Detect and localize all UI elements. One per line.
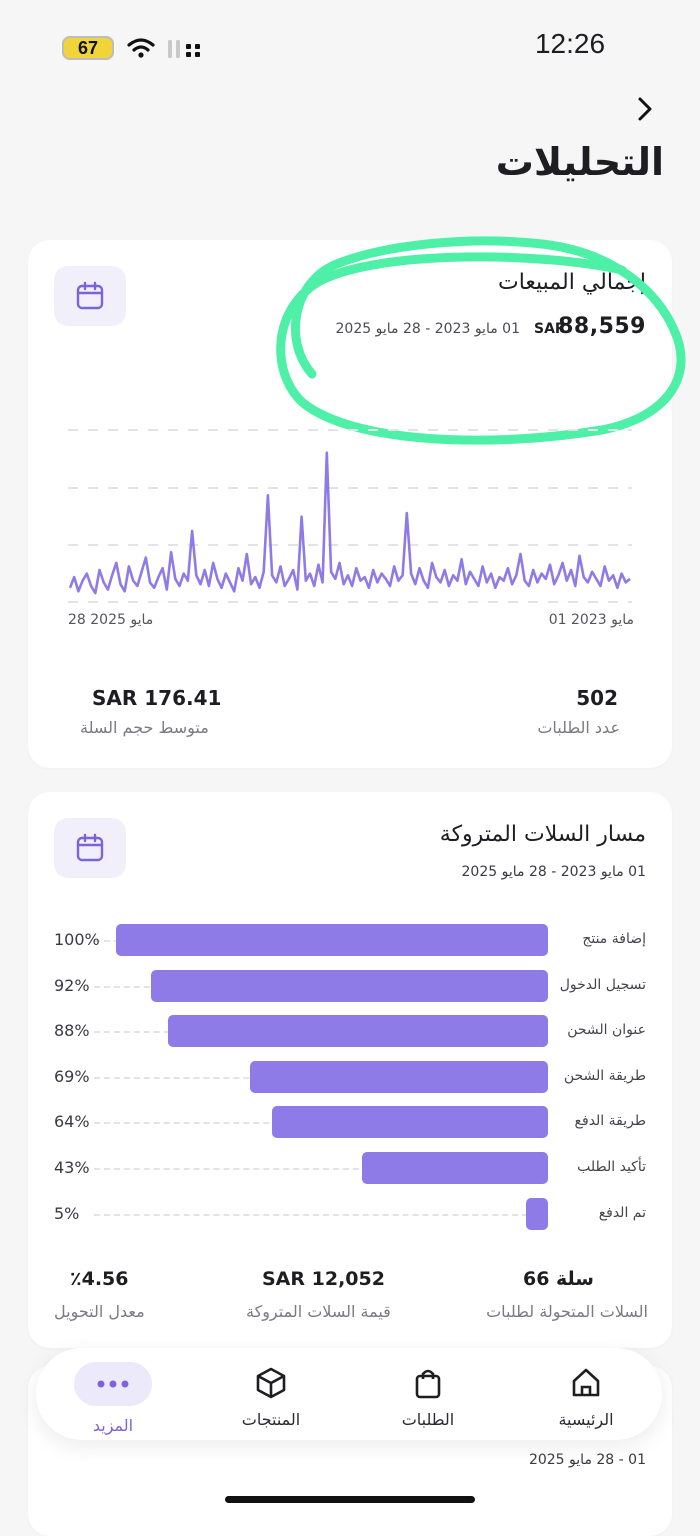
funnel-step-label: إضافة منتج bbox=[582, 931, 646, 947]
avg-basket-label: متوسط حجم السلة bbox=[80, 718, 209, 737]
conversion-rate-value: ٪4.56 bbox=[70, 1268, 129, 1290]
funnel-bar bbox=[150, 969, 548, 1002]
more-icon bbox=[97, 1380, 129, 1388]
funnel-step-label: تم الدفع bbox=[598, 1204, 646, 1221]
chevron-right-icon[interactable] bbox=[634, 96, 656, 122]
funnel-date-range: 01 مايو 2023 - 28 مايو 2025 bbox=[461, 864, 646, 880]
avg-basket-value: SAR 176.41 bbox=[92, 686, 222, 710]
funnel-percent: 100% bbox=[54, 930, 100, 949]
nav-orders-label: الطلبات bbox=[401, 1410, 455, 1429]
nav-home-label: الرئيسية bbox=[558, 1410, 614, 1429]
peek-date-range: 01 - 28 مايو 2025 bbox=[528, 1452, 646, 1468]
funnel-title: مسار السلات المتروكة bbox=[439, 822, 646, 847]
nav-more-active-pill bbox=[74, 1362, 152, 1406]
funnel-percent: 88% bbox=[54, 1021, 90, 1041]
abandoned-value-label: قيمة السلات المتروكة bbox=[246, 1302, 391, 1321]
funnel-percent: 43% bbox=[54, 1158, 90, 1177]
nav-orders[interactable]: الطلبات bbox=[368, 1366, 488, 1429]
funnel-step-label: تأكيد الطلب bbox=[577, 1159, 646, 1175]
funnel-step-label: طريقة الشحن bbox=[563, 1067, 646, 1084]
battery-indicator: 67 bbox=[62, 36, 114, 60]
converted-carts-value: 66 سلة bbox=[522, 1268, 594, 1290]
funnel-guide-line bbox=[94, 1213, 548, 1216]
funnel-percent: 69% bbox=[54, 1066, 90, 1086]
sales-line-chart bbox=[68, 429, 632, 603]
converted-carts-label: السلات المتحولة لطلبات bbox=[486, 1302, 648, 1321]
funnel-step-label: عنوان الشحن bbox=[567, 1022, 646, 1039]
abandoned-value: SAR 12,052 bbox=[262, 1268, 385, 1290]
clock: 12:26 bbox=[534, 28, 606, 59]
wifi-icon bbox=[127, 38, 155, 58]
bag-icon bbox=[415, 1369, 441, 1399]
bottom-navigation: الرئيسية الطلبات المنتجات المزيد bbox=[36, 1348, 662, 1440]
x-axis-end-label: 28 مايو 2025 bbox=[68, 612, 154, 628]
funnel-step-label: تسجيل الدخول bbox=[559, 976, 646, 993]
page-title: التحليلات bbox=[495, 140, 664, 184]
box-icon bbox=[256, 1367, 286, 1399]
funnel-bar bbox=[271, 1106, 548, 1139]
nav-home[interactable]: الرئيسية bbox=[526, 1366, 646, 1429]
orders-count-value: 502 bbox=[576, 686, 618, 710]
funnel-bar bbox=[116, 924, 548, 956]
funnel-percent: 64% bbox=[54, 1112, 90, 1132]
calendar-icon bbox=[76, 281, 104, 310]
nav-more[interactable]: المزيد bbox=[53, 1362, 173, 1435]
nav-more-label: المزيد bbox=[92, 1416, 134, 1435]
home-icon bbox=[572, 1368, 600, 1397]
sales-series-line bbox=[68, 451, 631, 595]
x-axis-start-label: 01 مايو 2023 bbox=[548, 612, 634, 628]
sales-calendar-button[interactable] bbox=[54, 266, 126, 326]
funnel-bar bbox=[249, 1060, 548, 1093]
calendar-icon bbox=[76, 833, 104, 862]
signal-icon bbox=[168, 40, 200, 58]
funnel-bar bbox=[167, 1015, 548, 1048]
funnel-percent: 5% bbox=[54, 1203, 80, 1223]
conversion-rate-label: معدل التحويل bbox=[54, 1302, 145, 1321]
orders-count-label: عدد الطلبات bbox=[537, 718, 620, 737]
funnel-bar bbox=[526, 1197, 548, 1230]
funnel-percent: 92% bbox=[54, 975, 90, 995]
funnel-bar bbox=[362, 1152, 548, 1184]
nav-products-label: المنتجات bbox=[241, 1410, 301, 1429]
funnel-calendar-button[interactable] bbox=[54, 818, 126, 878]
home-indicator bbox=[225, 1496, 475, 1503]
funnel-step-label: طريقة الدفع bbox=[574, 1113, 646, 1130]
nav-products[interactable]: المنتجات bbox=[211, 1366, 331, 1429]
